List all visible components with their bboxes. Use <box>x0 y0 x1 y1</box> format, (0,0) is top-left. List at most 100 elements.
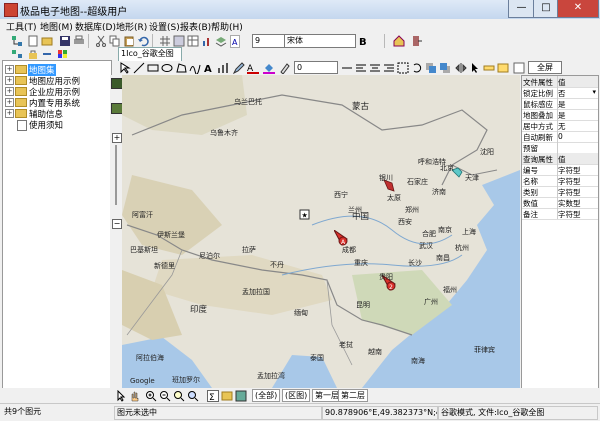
arrow-style-icon[interactable] <box>340 61 354 75</box>
chart-icon[interactable] <box>200 34 214 48</box>
zoom-in-icon[interactable] <box>144 389 158 403</box>
ruler-area-icon[interactable] <box>496 61 510 75</box>
map-label: 孟加拉湾 <box>257 372 285 380</box>
fill-color-icon[interactable] <box>262 61 276 75</box>
table-icon[interactable] <box>186 34 200 48</box>
rotate-icon[interactable] <box>410 61 424 75</box>
print-icon[interactable] <box>72 34 86 48</box>
flip-icon[interactable] <box>454 61 468 75</box>
save-icon[interactable] <box>58 34 72 48</box>
align-center-icon[interactable] <box>368 61 382 75</box>
status-selection: 图元未选中 <box>114 406 322 420</box>
pointer-tool-icon[interactable] <box>114 389 128 403</box>
pen-color-icon[interactable] <box>278 61 292 75</box>
menu-reports[interactable]: 报表(B) <box>180 20 211 33</box>
copy-icon[interactable] <box>108 34 122 48</box>
layer-tab-all[interactable]: (全部) <box>252 389 281 402</box>
tree-color-icon[interactable] <box>56 48 70 60</box>
tree-expand-icon[interactable] <box>10 48 24 60</box>
folder-icon <box>15 65 27 74</box>
font-name-select[interactable]: 宋体 <box>284 34 356 48</box>
menu-help[interactable]: 帮助(H) <box>211 20 243 33</box>
property-value[interactable]: 0 <box>558 132 563 141</box>
new-file-icon[interactable] <box>26 34 40 48</box>
tree-view-icon[interactable] <box>10 34 24 48</box>
menu-database[interactable]: 数据库(D) <box>75 20 116 33</box>
undo-icon[interactable] <box>136 34 150 48</box>
select-arrow-icon[interactable] <box>118 61 132 75</box>
text-color-icon[interactable]: A <box>246 61 260 75</box>
pointer-icon[interactable] <box>468 61 482 75</box>
sigma-icon[interactable]: Σ <box>206 389 220 403</box>
layer-tab-second[interactable]: 第二层 <box>338 389 368 402</box>
status-coordinates: 90.878906°E,49.382373°N;4级 <box>322 406 438 420</box>
map-canvas[interactable]: ★ A 2 乌兰巴托 乌鲁木齐 蒙古 中国 北京 天津 沈阳 呼和浩特 银川 石家庄 太原 济南 西宁兰… <box>122 75 520 388</box>
bar-chart-icon[interactable] <box>216 61 230 75</box>
back-icon[interactable] <box>438 61 452 75</box>
zoom-out-icon[interactable] <box>158 389 172 403</box>
property-value[interactable]: 字符型 <box>558 209 581 220</box>
tree-lock-icon[interactable] <box>26 48 40 60</box>
full-view-button[interactable]: 全屏 <box>528 61 562 74</box>
tree-expand-button[interactable]: + <box>5 98 14 107</box>
rect-tool-icon[interactable] <box>146 61 160 75</box>
ruler-icon[interactable] <box>482 61 496 75</box>
group-icon[interactable] <box>396 61 410 75</box>
svg-text:B: B <box>359 37 367 47</box>
property-row[interactable]: 备注 字符型 <box>522 208 598 220</box>
home-icon[interactable] <box>392 34 406 48</box>
pan-hand-icon[interactable] <box>128 389 142 403</box>
tree-expand-button[interactable]: + <box>5 87 14 96</box>
paste-icon[interactable] <box>122 34 136 48</box>
map-label: 成都 <box>342 246 356 254</box>
image-icon[interactable] <box>234 389 248 403</box>
tree-expand-button[interactable]: + <box>5 76 14 85</box>
close-button[interactable]: ✕ <box>557 0 599 18</box>
font-size-select[interactable]: 9 <box>252 34 286 48</box>
ellipse-tool-icon[interactable] <box>160 61 174 75</box>
polygon-tool-icon[interactable] <box>174 61 188 75</box>
line-width-select[interactable]: 0 <box>294 61 338 74</box>
tree-toolbar <box>0 48 600 60</box>
cut-icon[interactable] <box>94 34 108 48</box>
menu-tools[interactable]: 工具(T) <box>6 20 37 33</box>
zoom-slider[interactable] <box>115 145 117 205</box>
align-right-icon[interactable] <box>382 61 396 75</box>
zoom-out-button[interactable]: − <box>112 219 122 229</box>
tree-link-icon[interactable] <box>40 48 54 60</box>
open-folder-icon[interactable] <box>40 34 54 48</box>
folder-icon <box>15 109 27 118</box>
grid-fill-icon[interactable] <box>172 34 186 48</box>
tab-map[interactable]: 1Ico_谷歌全图 <box>118 47 182 62</box>
zoom-window-icon[interactable] <box>172 389 186 403</box>
map-label: 郑州 <box>405 206 419 214</box>
map-label: 兰州 <box>348 206 362 214</box>
tree-expand-button[interactable]: + <box>5 65 14 74</box>
layers-icon[interactable] <box>214 34 228 48</box>
exit-icon[interactable] <box>410 34 424 48</box>
tree-expand-button[interactable]: + <box>5 109 14 118</box>
menu-terrain[interactable]: 地形(R) <box>116 20 147 33</box>
search-icon[interactable] <box>186 389 200 403</box>
check-icon[interactable] <box>512 61 526 75</box>
bold-icon[interactable]: B <box>356 34 370 48</box>
chevron-down-icon[interactable]: ▾ <box>592 88 596 96</box>
align-left-icon[interactable] <box>354 61 368 75</box>
maximize-button[interactable]: □ <box>533 0 559 18</box>
curve-tool-icon[interactable] <box>188 61 202 75</box>
layer-tab-area[interactable]: (区图) <box>282 389 311 402</box>
line-tool-icon[interactable] <box>132 61 146 75</box>
edit-icon[interactable] <box>232 61 246 75</box>
map-label: 银川 <box>379 174 393 182</box>
menu-settings[interactable]: 设置(S) <box>149 20 180 33</box>
map-label: 阿富汗 <box>132 211 153 219</box>
text-tool-icon[interactable]: A <box>202 61 216 75</box>
font-color-box[interactable]: A <box>230 35 240 48</box>
layer-panel-icon[interactable] <box>220 389 234 403</box>
minimize-button[interactable]: — <box>508 0 535 18</box>
grid-icon[interactable] <box>158 34 172 48</box>
menu-map[interactable]: 地图(M) <box>40 20 73 33</box>
map-label: 南海 <box>411 357 425 365</box>
front-icon[interactable] <box>424 61 438 75</box>
zoom-in-button[interactable]: + <box>112 133 122 143</box>
